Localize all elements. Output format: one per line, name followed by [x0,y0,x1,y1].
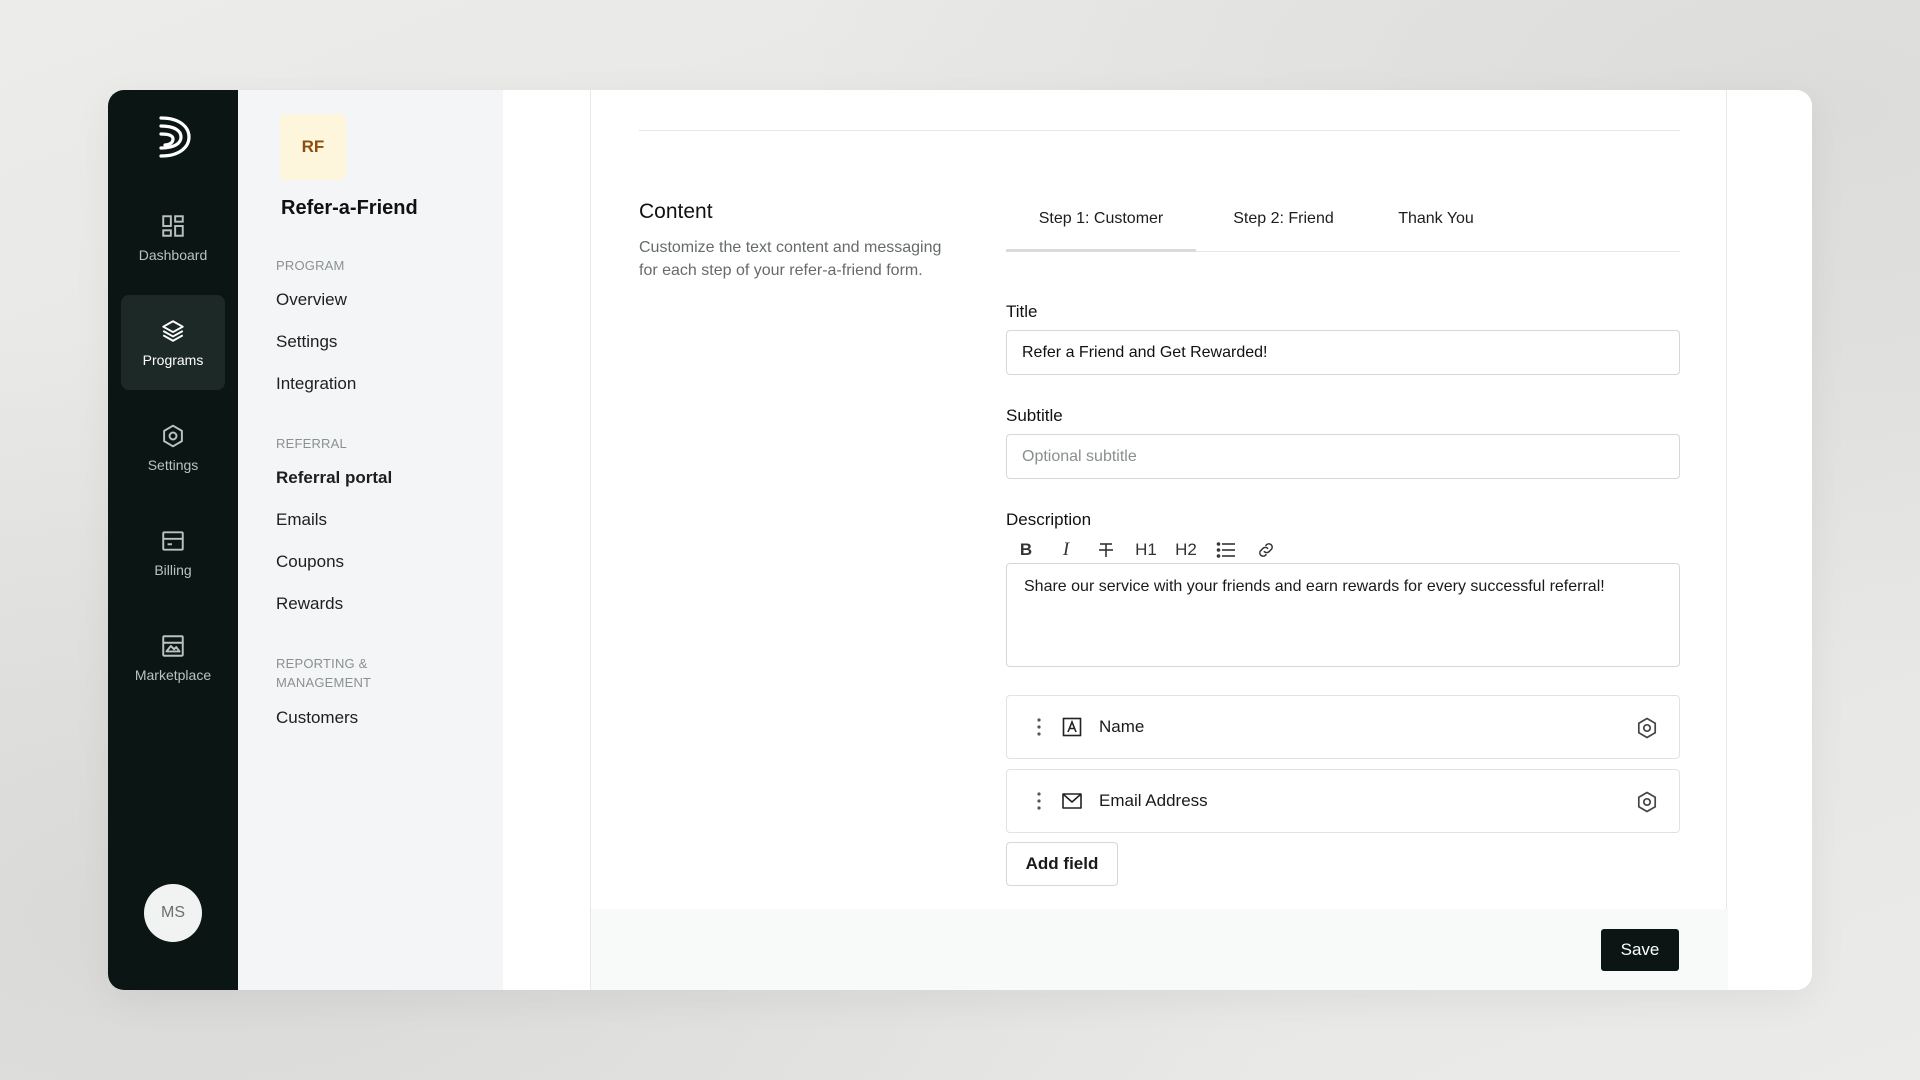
drag-handle-icon[interactable] [1029,718,1049,736]
program-subnav: RF Refer-a-Friend PROGRAM Overview Setti… [238,90,503,990]
content-column: Content Customize the text content and m… [590,90,1728,990]
drag-handle-icon[interactable] [1029,792,1049,810]
layers-icon [162,319,184,342]
tab-step-2-friend[interactable]: Step 2: Friend [1196,210,1371,252]
nav-link-settings[interactable]: Settings [276,332,337,352]
rail-item-settings[interactable]: Settings [121,400,225,495]
tab-thank-you[interactable]: Thank You [1371,210,1501,252]
form-footer: Save [591,909,1728,990]
rail-item-label: Dashboard [138,246,208,263]
text-field-icon [1061,716,1083,738]
tab-step-1-customer[interactable]: Step 1: Customer [1006,210,1196,252]
link-icon [1259,543,1273,557]
icon-rail: Dashboard Programs Settings Billing Mark [108,90,238,990]
nav-link-customers[interactable]: Customers [276,708,358,728]
section-title: Content [639,200,713,223]
form-field-row[interactable]: Name [1006,695,1680,759]
tab-label: Step 2: Friend [1233,210,1334,227]
rail-item-marketplace[interactable]: Marketplace [121,610,225,705]
section-description: Customize the text content and messaging… [639,239,942,279]
divider [639,130,1680,131]
section-heading-management: MANAGEMENT [276,675,372,690]
rail-item-billing[interactable]: Billing [121,505,225,600]
heading-2-button[interactable]: H2 [1171,538,1201,562]
step-tabs: Step 1: Customer Step 2: Friend Thank Yo… [1006,210,1680,252]
rail-item-label: Settings [147,456,199,473]
rail-item-label: Marketplace [134,666,212,683]
form-field-row[interactable]: Email Address [1006,769,1680,833]
rail-item-dashboard[interactable]: Dashboard [121,190,225,285]
nav-link-overview[interactable]: Overview [276,290,347,310]
description-editor[interactable]: Share our service with your friends and … [1006,563,1680,667]
save-button[interactable]: Save [1601,929,1679,971]
subtitle-label: Subtitle [1006,406,1063,425]
program-name: Refer-a-Friend [281,197,418,219]
strikethrough-icon [1099,543,1113,557]
field-settings-icon[interactable] [1635,716,1659,740]
section-heading-reporting: REPORTING & [276,656,368,671]
italic-button[interactable]: I [1051,538,1081,562]
nav-link-emails[interactable]: Emails [276,510,327,530]
add-field-button[interactable]: Add field [1006,842,1118,886]
tab-label: Step 1: Customer [1038,210,1164,227]
main-area: Content Customize the text content and m… [503,90,1812,990]
user-avatar[interactable]: MS [144,884,202,942]
program-badge: RF [280,114,346,180]
nav-link-integration[interactable]: Integration [276,374,356,394]
rail-item-programs[interactable]: Programs [121,295,225,390]
strikethrough-button[interactable] [1091,538,1121,562]
gear-icon [163,424,183,447]
app-window: Dashboard Programs Settings Billing Mark [108,90,1812,990]
marketplace-icon [162,634,184,657]
mail-icon [1061,790,1083,812]
section-heading-referral: REFERRAL [276,436,347,451]
billing-icon [162,530,184,551]
rail-item-label: Programs [142,351,204,368]
field-settings-icon[interactable] [1635,790,1659,814]
nav-link-coupons[interactable]: Coupons [276,552,344,572]
rich-text-toolbar: B I H1 H2 [1011,538,1281,562]
nav-link-referral-portal[interactable]: Referral portal [276,468,392,488]
description-label: Description [1006,510,1092,529]
title-label: Title [1006,302,1038,321]
link-button[interactable] [1251,538,1281,562]
logo-icon[interactable] [153,112,193,162]
bullet-list-icon [1216,542,1235,558]
tab-label: Thank You [1398,210,1474,227]
title-input[interactable] [1006,330,1680,375]
heading-1-button[interactable]: H1 [1131,538,1161,562]
bold-button[interactable]: B [1011,538,1041,562]
field-label: Email Address [1099,791,1208,810]
subtitle-input[interactable] [1006,434,1680,479]
rail-item-label: Billing [154,561,192,578]
nav-link-rewards[interactable]: Rewards [276,594,343,614]
dashboard-icon [162,214,184,237]
field-label: Name [1099,717,1145,736]
section-heading-program: PROGRAM [276,258,345,273]
bullet-list-button[interactable] [1211,538,1241,562]
